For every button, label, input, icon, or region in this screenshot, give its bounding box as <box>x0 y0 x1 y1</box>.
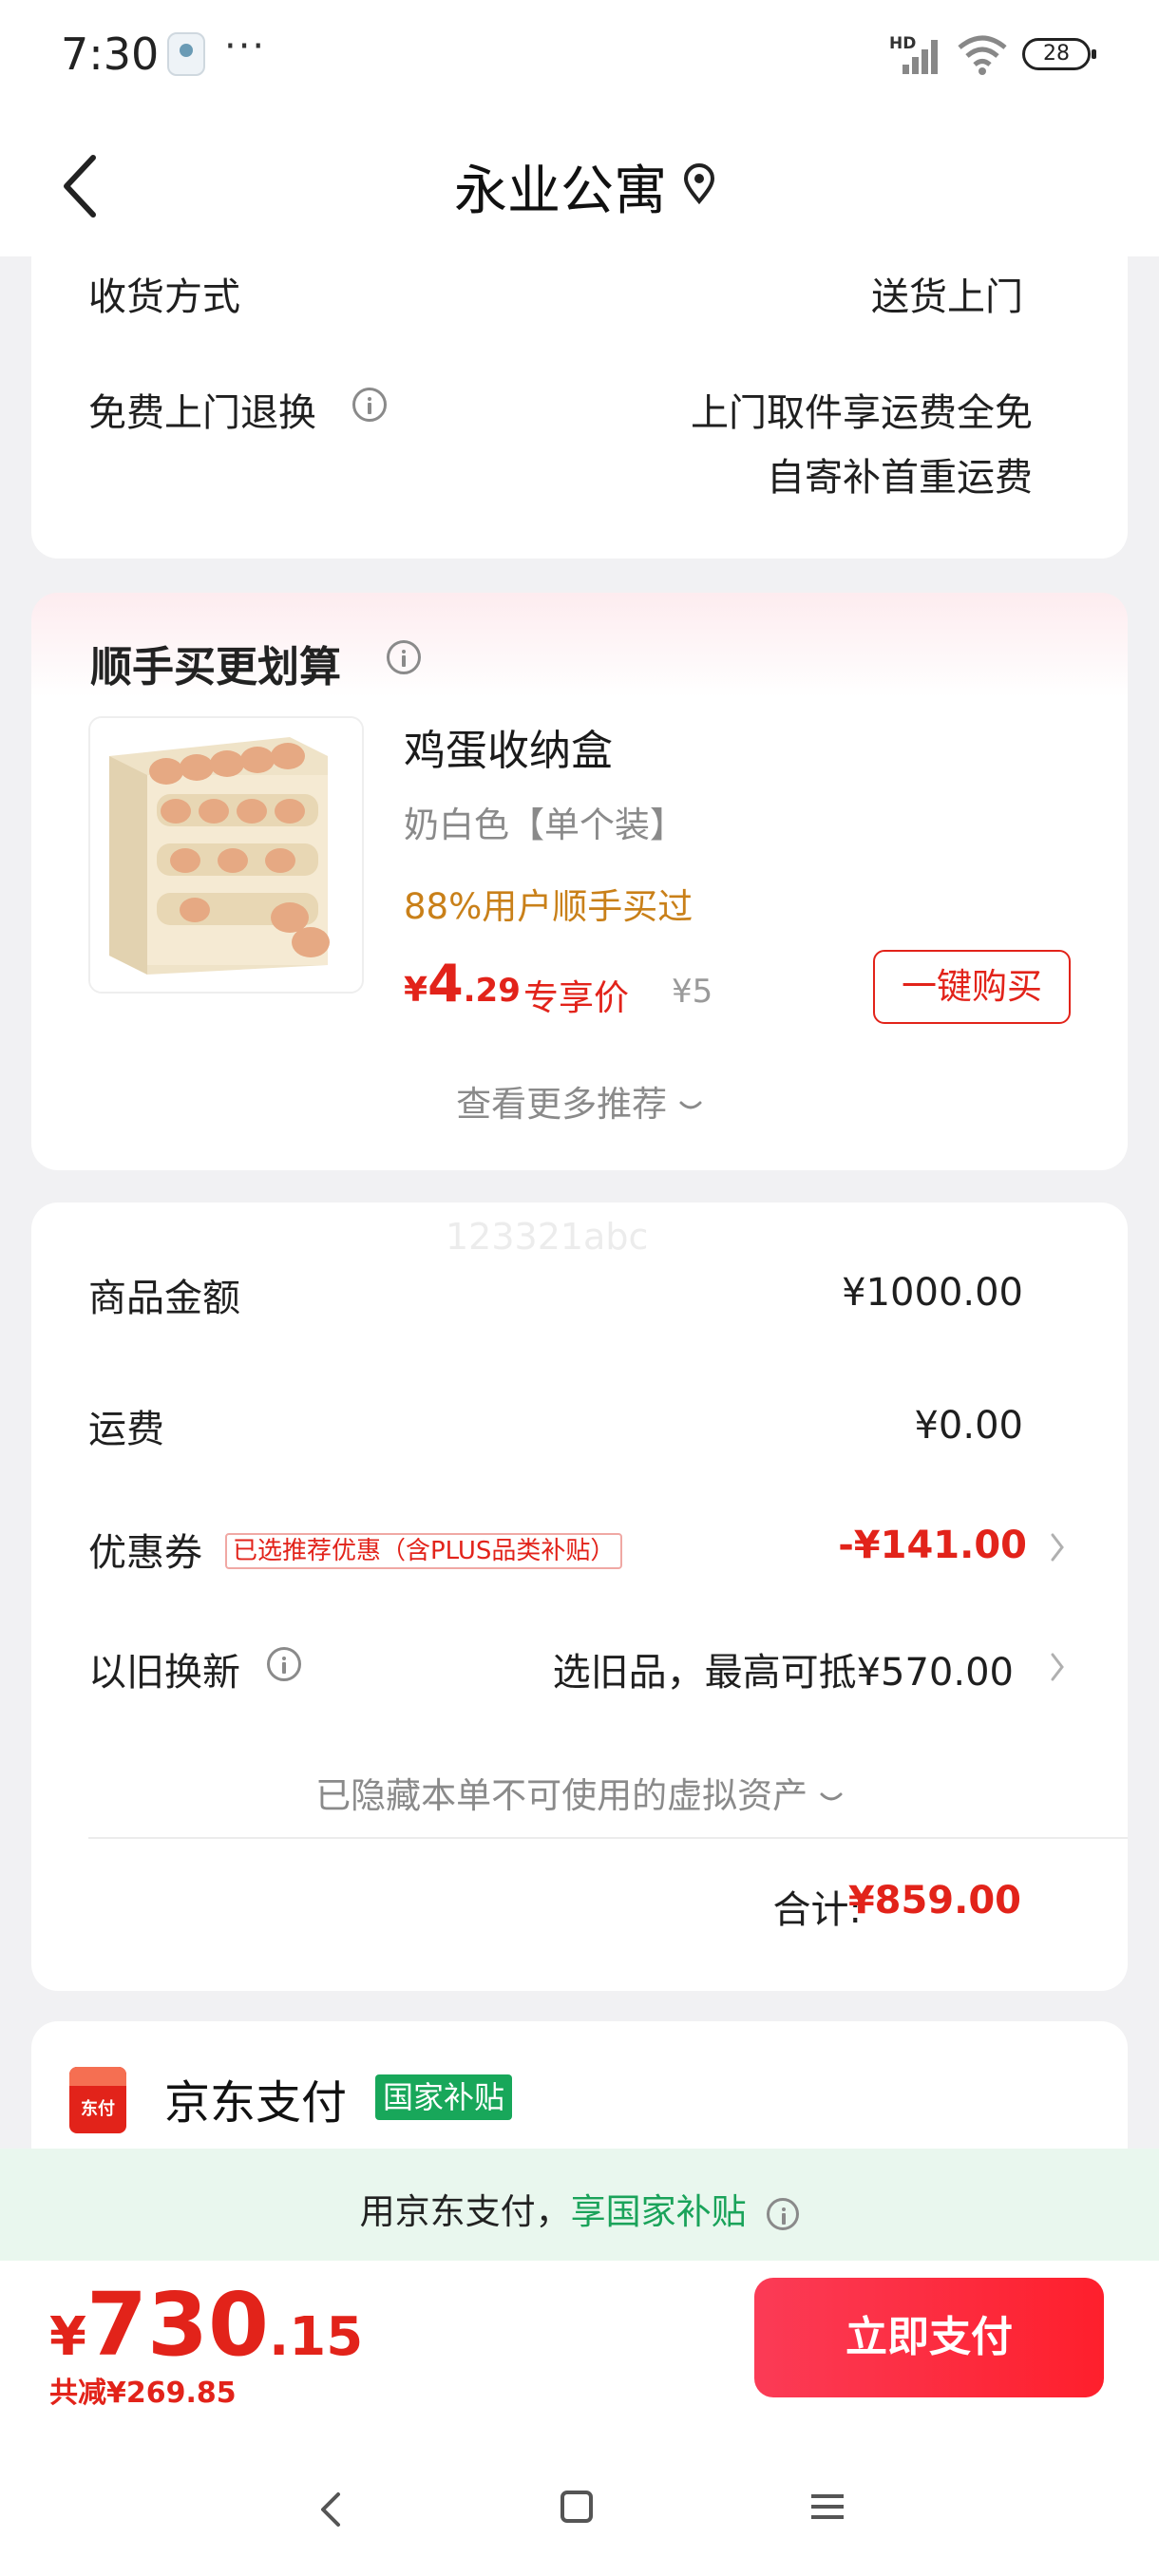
product-image[interactable] <box>88 716 364 994</box>
shipping-value: ¥0.00 <box>914 1404 1023 1448</box>
more-recommendations-label: 查看更多推荐 <box>456 1084 668 1125</box>
total-saving[interactable]: 共减¥269.85 <box>49 2369 237 2411</box>
final-price-integer: 730 <box>86 2274 270 2376</box>
product-name[interactable]: 鸡蛋收纳盒 <box>404 716 613 777</box>
watermark: 123321abc <box>446 1216 649 1258</box>
total-value: ¥859.00 <box>847 1879 1021 1923</box>
wifi-icon <box>958 35 1007 75</box>
chevron-down-icon <box>820 1792 843 1800</box>
jd-pay-logo-text: 东付 <box>81 2099 115 2119</box>
payment-method-name: 京东支付 <box>164 2076 348 2130</box>
trade-in-label: 以旧换新 <box>88 1651 240 1695</box>
info-icon[interactable] <box>767 2197 800 2230</box>
product-price: ¥4.29 <box>404 954 521 1013</box>
original-price: ¥5 <box>672 973 713 1011</box>
subsidy-text: 用京东支付，享国家补贴 <box>0 2183 1159 2234</box>
final-price: ¥730.15 <box>49 2274 363 2376</box>
trade-in-value[interactable]: 选旧品，最高可抵¥570.00 <box>553 1641 1014 1696</box>
price-integer: 4 <box>428 954 464 1013</box>
more-notifications-icon: ··· <box>224 25 267 68</box>
page-title: 永业公寓 <box>454 161 667 222</box>
national-subsidy-badge: 国家补贴 <box>375 2074 513 2120</box>
chevron-right-icon[interactable] <box>1048 1529 1067 1565</box>
chevron-down-icon <box>679 1101 702 1108</box>
subsidy-prefix: 用京东支付， <box>359 2191 571 2232</box>
free-return-value-line2: 自寄补首重运费 <box>767 456 1033 500</box>
product-spec: 奶白色【单个装】 <box>404 805 685 845</box>
subsidy-highlight: 享国家补贴 <box>570 2191 747 2232</box>
recommend-card: 顺手买更划算 鸡蛋收纳盒 奶白色【单个装】 88%用户顺手买过 ¥4.29 专享… <box>31 593 1128 1170</box>
status-time: 7:30 <box>61 28 160 80</box>
delivery-method-value[interactable]: 送货上门 <box>871 266 1023 321</box>
exclusive-price-label: 专享价 <box>523 977 629 1018</box>
coupon-tag: 已选推荐优惠（含PLUS品类补贴） <box>225 1533 623 1569</box>
price-currency: ¥ <box>404 971 428 1010</box>
delivery-method-label: 收货方式 <box>88 275 240 319</box>
location-pin-icon[interactable] <box>682 163 716 205</box>
more-recommendations-link[interactable]: 查看更多推荐 <box>31 1075 1128 1127</box>
pay-now-button[interactable]: 立即支付 <box>754 2278 1104 2397</box>
battery-icon: 28 <box>1022 38 1096 70</box>
info-icon[interactable] <box>267 1647 301 1681</box>
delivery-card: 收货方式 送货上门 免费上门退换 上门取件享运费全免 自寄补首重运费 <box>31 218 1128 559</box>
shipping-label: 运费 <box>88 1408 164 1451</box>
free-return-value-line1: 上门取件享运费全免 <box>691 391 1033 435</box>
info-icon[interactable] <box>352 388 387 422</box>
hidden-virtual-assets-link[interactable]: 已隐藏本单不可使用的虚拟资产 <box>31 1767 1128 1818</box>
divider <box>88 1837 1128 1839</box>
recommend-title: 顺手买更划算 <box>90 643 341 691</box>
notification-app-icon <box>167 32 205 76</box>
egg-organizer-image <box>90 718 362 992</box>
coupon-value[interactable]: -¥141.00 <box>838 1524 1027 1567</box>
system-back-icon[interactable] <box>314 2489 348 2530</box>
subsidy-banner[interactable]: 用京东支付，享国家补贴 <box>0 2149 1159 2261</box>
final-price-currency: ¥ <box>49 2306 86 2368</box>
goods-amount-value: ¥1000.00 <box>842 1271 1023 1315</box>
final-price-decimal: .15 <box>269 2306 364 2368</box>
goods-amount-label: 商品金额 <box>88 1277 240 1320</box>
system-navigation-bar <box>0 2443 1159 2576</box>
product-social-proof: 88%用户顺手买过 <box>404 886 694 927</box>
hidden-assets-label: 已隐藏本单不可使用的虚拟资产 <box>315 1775 808 1816</box>
system-menu-icon[interactable] <box>811 2492 844 2521</box>
coupon-label: 优惠券 <box>88 1531 202 1575</box>
signal-icon <box>902 40 938 74</box>
jd-pay-logo-icon: 东付 <box>69 2067 126 2133</box>
price-decimal: .29 <box>463 972 521 1010</box>
info-icon[interactable] <box>387 640 421 674</box>
chevron-right-icon[interactable] <box>1048 1649 1067 1685</box>
system-home-icon[interactable] <box>560 2491 593 2523</box>
free-return-label: 免费上门退换 <box>88 391 316 435</box>
status-bar: 7:30 ··· HD 28 <box>0 0 1159 114</box>
one-click-buy-button[interactable]: 一键购买 <box>873 950 1071 1024</box>
order-summary-card: 123321abc 商品金额 ¥1000.00 运费 ¥0.00 优惠券 已选推… <box>31 1203 1128 1991</box>
